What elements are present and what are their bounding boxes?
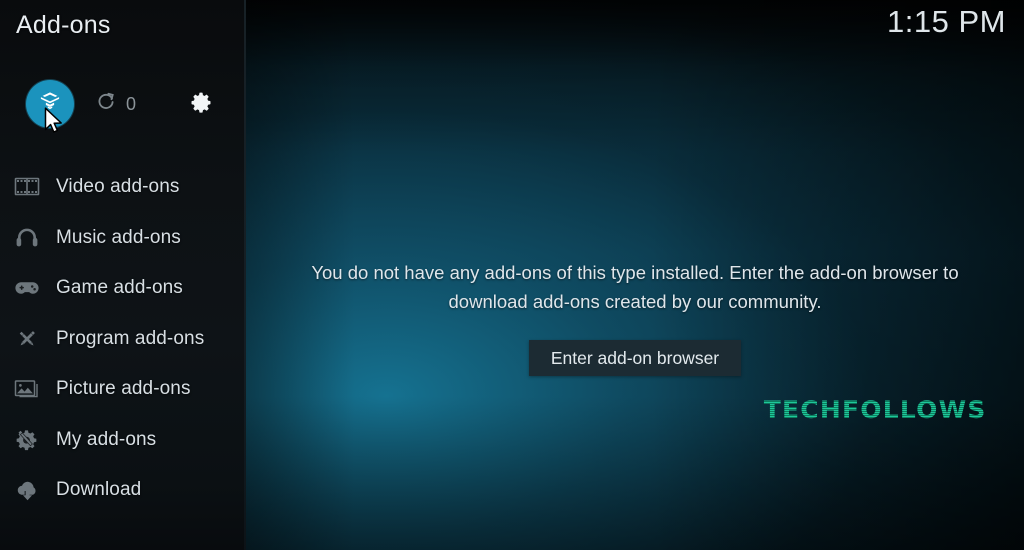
headphones-icon (10, 223, 44, 253)
check-updates-button[interactable]: 0 (95, 78, 165, 130)
photo-frame-icon (10, 374, 44, 404)
sidebar: Add-ons 0 Video add-ons Music add-ons Ga… (0, 0, 246, 550)
empty-state: You do not have any add-ons of this type… (246, 258, 1024, 376)
sidebar-menu: Video add-ons Music add-ons Game add-ons… (0, 162, 246, 516)
sidebar-item-program-add-ons[interactable]: Program add-ons (0, 314, 246, 365)
empty-state-message: You do not have any add-ons of this type… (311, 262, 959, 312)
sidebar-item-video-add-ons[interactable]: Video add-ons (0, 162, 246, 213)
sidebar-item-label: Download (56, 479, 142, 501)
pencil-wrench-icon (10, 324, 44, 354)
clock: 1:15 PM (887, 4, 1006, 39)
sidebar-item-label: Video add-ons (56, 176, 180, 198)
sidebar-item-download[interactable]: Download (0, 465, 246, 516)
selected-indicator (26, 80, 74, 128)
gear-wrench-icon (10, 425, 44, 455)
sidebar-item-label: My add-ons (56, 428, 157, 450)
settings-button[interactable] (180, 78, 220, 130)
sidebar-item-label: Program add-ons (56, 327, 205, 349)
sidebar-item-label: Music add-ons (56, 226, 181, 248)
watermark: TECHFOLLOWS (763, 396, 987, 424)
page-title: Add-ons (16, 11, 111, 39)
sidebar-item-my-add-ons[interactable]: My add-ons (0, 415, 246, 466)
film-strip-icon (10, 172, 44, 202)
addon-browser-icon-button[interactable] (25, 78, 75, 130)
package-box-icon (37, 89, 63, 120)
sidebar-item-game-add-ons[interactable]: Game add-ons (0, 263, 246, 314)
refresh-icon (95, 91, 117, 118)
sidebar-item-label: Picture add-ons (56, 378, 191, 400)
update-count-label: 0 (126, 93, 137, 114)
sidebar-item-music-add-ons[interactable]: Music add-ons (0, 213, 246, 264)
enter-addon-browser-button[interactable]: Enter add-on browser (528, 340, 742, 376)
sidebar-item-picture-add-ons[interactable]: Picture add-ons (0, 364, 246, 415)
toolbar: 0 (0, 78, 246, 130)
cloud-download-icon (10, 475, 44, 505)
gamepad-icon (10, 273, 44, 303)
sidebar-item-label: Game add-ons (56, 277, 183, 299)
kodi-addons-screen: Add-ons 0 Video add-ons Music add-ons Ga… (0, 0, 1024, 550)
gear-icon (187, 89, 213, 120)
